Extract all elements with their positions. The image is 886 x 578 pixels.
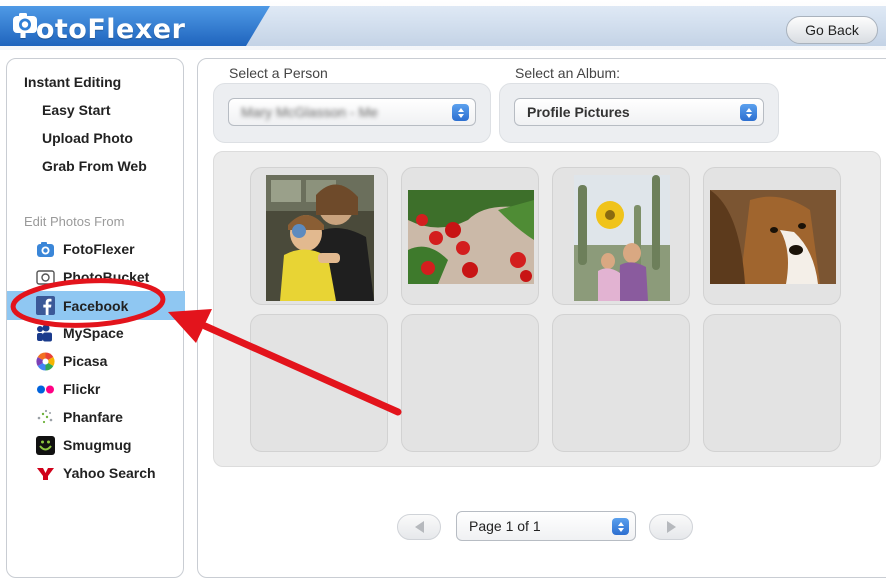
select-person-label: Select a Person bbox=[229, 65, 328, 81]
flickr-icon bbox=[36, 380, 55, 399]
source-label: Flickr bbox=[63, 381, 101, 397]
brand-bar: FotoFlexer Go Back bbox=[0, 6, 886, 46]
previous-page-button[interactable] bbox=[397, 514, 441, 540]
edit-photos-from-heading: Edit Photos From bbox=[24, 214, 125, 229]
picasa-icon bbox=[36, 352, 55, 371]
source-label: Phanfare bbox=[63, 409, 123, 425]
source-label: Yahoo Search bbox=[63, 465, 156, 481]
myspace-icon bbox=[36, 324, 55, 343]
fotoflexer-logo[interactable]: FotoFlexer bbox=[12, 12, 185, 46]
photo-tile-7[interactable] bbox=[552, 314, 690, 452]
app-header: FotoFlexer Go Back bbox=[0, 0, 886, 50]
source-yahoo-search[interactable]: Yahoo Search bbox=[7, 460, 185, 486]
photo-thumbnail bbox=[266, 175, 374, 301]
person-select-value: Mary McGlasson - Me bbox=[241, 104, 378, 120]
source-label: FotoFlexer bbox=[63, 241, 135, 257]
source-label: MySpace bbox=[63, 325, 124, 341]
photo-browser-panel: Select a Person Select an Album: Mary Mc… bbox=[197, 58, 886, 578]
upload-photo-link[interactable]: Upload Photo bbox=[42, 130, 133, 146]
album-select-well: Profile Pictures bbox=[499, 83, 779, 143]
photo-tile-3[interactable] bbox=[552, 167, 690, 305]
source-fotoflexer[interactable]: FotoFlexer bbox=[7, 236, 185, 262]
source-label: Facebook bbox=[63, 297, 129, 314]
photo-tile-5[interactable] bbox=[250, 314, 388, 452]
photo-grid bbox=[213, 151, 881, 467]
grab-from-web-link[interactable]: Grab From Web bbox=[42, 158, 147, 174]
photo-thumbnail bbox=[574, 175, 670, 301]
logo-text: FotoFlexer bbox=[18, 13, 186, 45]
source-label: Picasa bbox=[63, 353, 108, 369]
arrow-left-icon bbox=[414, 521, 424, 533]
yahoo-icon bbox=[36, 464, 55, 483]
next-page-button[interactable] bbox=[649, 514, 693, 540]
source-photobucket[interactable]: PhotoBucket bbox=[7, 264, 185, 290]
source-picasa[interactable]: Picasa bbox=[7, 348, 185, 374]
sidebar: Instant Editing Easy Start Upload Photo … bbox=[6, 58, 185, 578]
photo-thumbnail bbox=[710, 190, 836, 284]
photo-tile-2[interactable] bbox=[401, 167, 539, 305]
photo-thumbnail bbox=[408, 190, 534, 284]
page-select-value: Page 1 of 1 bbox=[469, 518, 541, 534]
easy-start-link[interactable]: Easy Start bbox=[42, 102, 110, 118]
source-myspace[interactable]: MySpace bbox=[7, 320, 185, 346]
camera-icon bbox=[36, 240, 55, 259]
album-select-value: Profile Pictures bbox=[527, 104, 630, 120]
photo-tile-6[interactable] bbox=[401, 314, 539, 452]
arrow-right-icon bbox=[666, 521, 676, 533]
album-select[interactable]: Profile Pictures bbox=[514, 98, 764, 126]
source-flickr[interactable]: Flickr bbox=[7, 376, 185, 402]
photo-tile-1[interactable] bbox=[250, 167, 388, 305]
select-stepper-icon bbox=[452, 104, 469, 121]
source-phanfare[interactable]: Phanfare bbox=[7, 404, 185, 430]
photo-tile-4[interactable] bbox=[703, 167, 841, 305]
select-album-label: Select an Album: bbox=[515, 65, 621, 81]
person-select-well: Mary McGlasson - Me bbox=[213, 83, 491, 143]
phanfare-icon bbox=[36, 408, 55, 427]
facebook-icon bbox=[36, 296, 55, 315]
source-label: Smugmug bbox=[63, 437, 132, 453]
source-smugmug[interactable]: Smugmug bbox=[7, 432, 185, 458]
source-label: PhotoBucket bbox=[63, 269, 150, 285]
source-facebook[interactable]: Facebook bbox=[7, 291, 185, 320]
smugmug-icon bbox=[36, 435, 55, 455]
select-stepper-icon bbox=[612, 518, 629, 535]
instant-editing-heading: Instant Editing bbox=[24, 74, 122, 90]
select-stepper-icon bbox=[740, 104, 757, 121]
go-back-button[interactable]: Go Back bbox=[786, 16, 878, 44]
photobucket-icon bbox=[36, 268, 55, 287]
photo-tile-8[interactable] bbox=[703, 314, 841, 452]
page-select[interactable]: Page 1 of 1 bbox=[456, 511, 636, 541]
person-select[interactable]: Mary McGlasson - Me bbox=[228, 98, 476, 126]
